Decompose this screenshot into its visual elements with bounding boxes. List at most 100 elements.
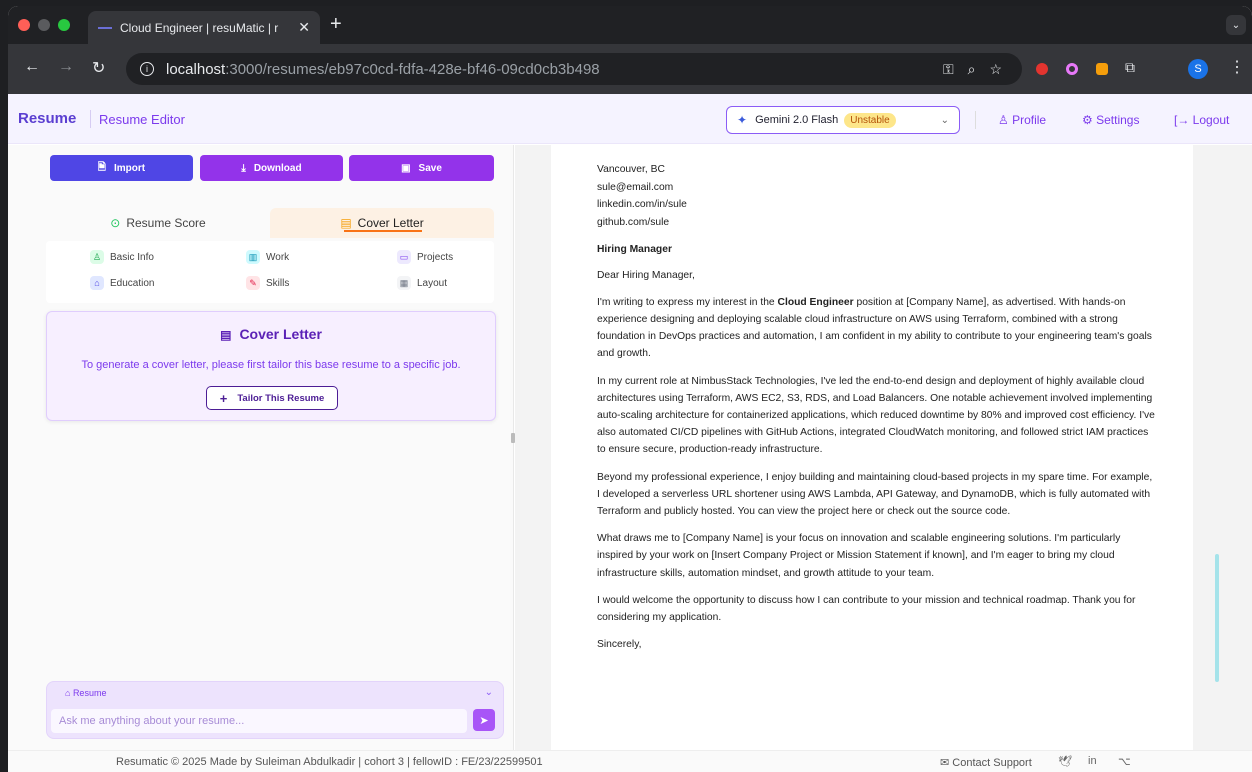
section-label: Education <box>110 277 155 289</box>
cover-letter-document: Vancouver, BC sule@email.com linkedin.co… <box>551 145 1193 750</box>
new-tab-button[interactable]: + <box>330 13 342 36</box>
folder-icon: ▭ <box>397 250 411 264</box>
cover-letter-card-title: ▤ Cover Letter <box>47 326 495 342</box>
back-icon[interactable]: ← <box>24 58 40 76</box>
editor-panel: 🗎 Import ⤓ Download ▣ Save ⊙ Resume Score ▤… <box>8 145 513 750</box>
chat-label-text: Resume <box>72 688 107 698</box>
tab-cover-letter[interactable]: ▤ Cover Letter <box>270 208 494 238</box>
app-header: Resume Resume Editor ✦ Gemini 2.0 Flash … <box>8 94 1252 144</box>
user-icon: ♙ <box>90 250 104 264</box>
paragraph: In my current role at NimbusStack Techno… <box>597 375 1155 456</box>
card-title-text: Cover Letter <box>239 326 322 342</box>
tailor-resume-button[interactable]: + Tailor This Resume <box>206 386 338 410</box>
tab-title: Cloud Engineer | resuMatic | r <box>120 20 279 35</box>
profile-link[interactable]: ♙ Profile <box>998 113 1046 127</box>
forward-icon[interactable]: → <box>58 58 74 76</box>
model-selector[interactable]: ✦ Gemini 2.0 Flash Unstable ⌄ <box>726 106 960 134</box>
bookmark-extension-icon[interactable] <box>1096 63 1108 75</box>
preview-panel: Vancouver, BC sule@email.com linkedin.co… <box>515 145 1252 750</box>
browser-tab[interactable]: Cloud Engineer | resuMatic | r ✕ <box>88 11 320 44</box>
section-education[interactable]: ⌂ Education <box>90 276 154 290</box>
download-label: Download <box>253 162 302 174</box>
contact-support-link[interactable]: ✉ Contact Support <box>940 756 1032 769</box>
status-badge: Unstable <box>844 112 896 128</box>
maximize-window-button[interactable] <box>58 19 70 31</box>
logout-icon: [→ <box>1174 113 1193 127</box>
tab-resume-score[interactable]: ⊙ Resume Score <box>46 208 270 238</box>
section-projects[interactable]: ▭ Projects <box>397 250 453 264</box>
ublock-extension-icon[interactable] <box>1036 63 1048 75</box>
section-label: Work <box>266 251 290 263</box>
save-label: Save <box>418 162 442 174</box>
section-label: Basic Info <box>110 251 154 263</box>
twitter-icon[interactable]: 🕊 <box>1058 755 1072 768</box>
contact-email: sule@email.com <box>597 181 674 193</box>
document-icon: ▤ <box>340 216 352 230</box>
site-info-icon[interactable]: i <box>140 62 154 76</box>
send-button[interactable]: ➤ <box>473 709 495 731</box>
import-button[interactable]: 🗎 Import <box>50 155 193 181</box>
ai-chat-panel: ⌂ Resume ⌄ ➤ <box>46 681 504 739</box>
bookmark-star-icon[interactable]: ☆ <box>989 61 1002 78</box>
settings-link[interactable]: ⚙ Settings <box>1082 113 1139 127</box>
zoom-icon[interactable]: ⌕ <box>968 61 976 78</box>
address-bar: ← → ↻ i localhost:3000/resumes/eb97c0cd-… <box>8 44 1252 94</box>
download-icon: ⤓ <box>241 162 246 174</box>
greeting: Dear Hiring Manager, <box>597 269 695 281</box>
sparkle-icon: ✦ <box>737 113 748 127</box>
brand-divider <box>90 110 91 128</box>
save-button[interactable]: ▣ Save <box>349 155 494 181</box>
linkedin-icon[interactable]: in <box>1088 755 1097 767</box>
settings-label: Settings <box>1096 113 1140 127</box>
chevron-down-icon[interactable]: ⌄ <box>485 687 493 698</box>
section-label: Layout <box>417 277 448 289</box>
briefcase-icon: ▥ <box>246 250 260 264</box>
cover-letter-card-description: To generate a cover letter, please first… <box>81 359 461 371</box>
wrench-icon: ✎ <box>246 276 260 290</box>
key-icon[interactable]: ⚿ <box>943 61 954 78</box>
contact-block: Vancouver, BC sule@email.com linkedin.co… <box>597 161 1193 231</box>
layout-icon: ▦ <box>397 276 411 290</box>
profile-avatar[interactable]: S <box>1188 59 1208 79</box>
contact-linkedin: linkedin.com/in/sule <box>597 199 687 211</box>
graduation-cap-icon: ⌂ <box>90 276 104 290</box>
scrollbar-thumb[interactable] <box>1215 554 1219 682</box>
plus-icon: + <box>219 390 228 406</box>
section-skills[interactable]: ✎ Skills <box>246 276 289 290</box>
tailor-button-label: Tailor This Resume <box>237 392 325 404</box>
header-divider <box>975 111 976 129</box>
document-icon: ▤ <box>220 328 232 342</box>
close-window-button[interactable] <box>18 19 30 31</box>
brand-logo[interactable]: Resume <box>18 110 76 127</box>
extensions-puzzle-icon[interactable]: ⧉ <box>1125 59 1135 76</box>
download-button[interactable]: ⤓ Download <box>200 155 343 181</box>
contact-location: Vancouver, BC <box>597 164 665 175</box>
paragraph: Beyond my professional experience, I enj… <box>597 471 1153 518</box>
section-basic-info[interactable]: ♙ Basic Info <box>90 250 154 264</box>
tab-search-button[interactable]: ⌄ <box>1226 15 1246 35</box>
paragraph-text: I'm writing to express my interest in th… <box>597 296 778 308</box>
job-title: Cloud Engineer <box>777 296 854 308</box>
close-tab-icon[interactable]: ✕ <box>298 19 310 36</box>
page-title[interactable]: Resume Editor <box>99 112 185 127</box>
color-extension-icon[interactable] <box>1066 63 1078 75</box>
section-label: Skills <box>266 277 290 289</box>
github-icon[interactable]: ⌥ <box>1118 755 1131 768</box>
section-layout[interactable]: ▦ Layout <box>397 276 447 290</box>
minimize-window-button[interactable] <box>38 19 50 31</box>
chat-input[interactable] <box>51 709 467 733</box>
tab-resume-score-label: Resume Score <box>126 216 206 230</box>
check-circle-icon: ⊙ <box>110 216 121 230</box>
logout-link[interactable]: [→ Logout <box>1174 113 1229 127</box>
chat-label[interactable]: ⌂ Resume <box>65 688 106 698</box>
footer-credits: Resumatic © 2025 Made by Suleiman Abdulk… <box>116 756 543 768</box>
reload-icon[interactable]: ↻ <box>92 58 105 78</box>
url-field[interactable]: i localhost:3000/resumes/eb97c0cd-fdfa-4… <box>126 53 1022 85</box>
section-work[interactable]: ▥ Work <box>246 250 289 264</box>
model-name: Gemini 2.0 Flash <box>755 114 839 126</box>
paragraph: I'm writing to express my interest in th… <box>597 294 1157 363</box>
chevron-down-icon: ⌄ <box>940 114 949 126</box>
browser-menu-icon[interactable]: ⋮ <box>1229 57 1245 77</box>
section-label: Projects <box>417 251 454 263</box>
tab-cover-letter-label: Cover Letter <box>357 216 424 230</box>
